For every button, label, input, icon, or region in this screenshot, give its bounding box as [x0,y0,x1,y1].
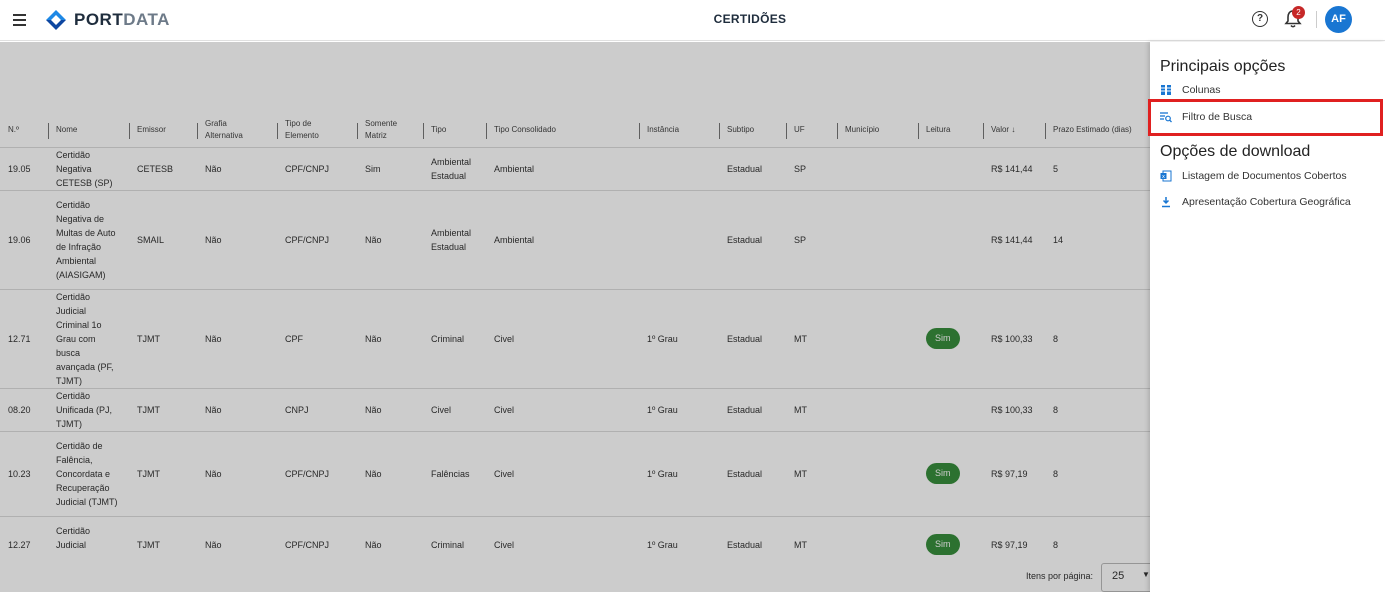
filter-search-highlight-box [1148,99,1383,136]
columns-label: Colunas [1182,84,1221,96]
download-icon [1162,197,1170,208]
geo-coverage-label: Apresentação Cobertura Geográfica [1182,196,1351,208]
notification-count-badge: 2 [1292,6,1305,19]
geo-coverage-download-option[interactable]: Apresentação Cobertura Geográfica [1160,196,1351,208]
document-list-label: Listagem de Documentos Cobertos [1182,170,1347,182]
help-icon[interactable]: ? [1252,11,1268,27]
top-bar: PORTDATA CERTIDÕES ? 2 AF [0,0,1385,41]
download-options-heading: Opções de download [1160,143,1311,160]
backdrop-overlay[interactable] [0,42,1150,592]
svg-text:x: x [1162,174,1165,180]
main-options-heading: Principais opções [1160,58,1286,75]
columns-icon [1161,85,1171,95]
excel-icon: x [1160,170,1172,182]
columns-option[interactable]: Colunas [1160,84,1221,96]
user-avatar[interactable]: AF [1325,6,1352,33]
header-divider [1316,11,1317,28]
document-list-download-option[interactable]: x Listagem de Documentos Cobertos [1160,170,1347,182]
page-title: CERTIDÕES [713,12,787,26]
